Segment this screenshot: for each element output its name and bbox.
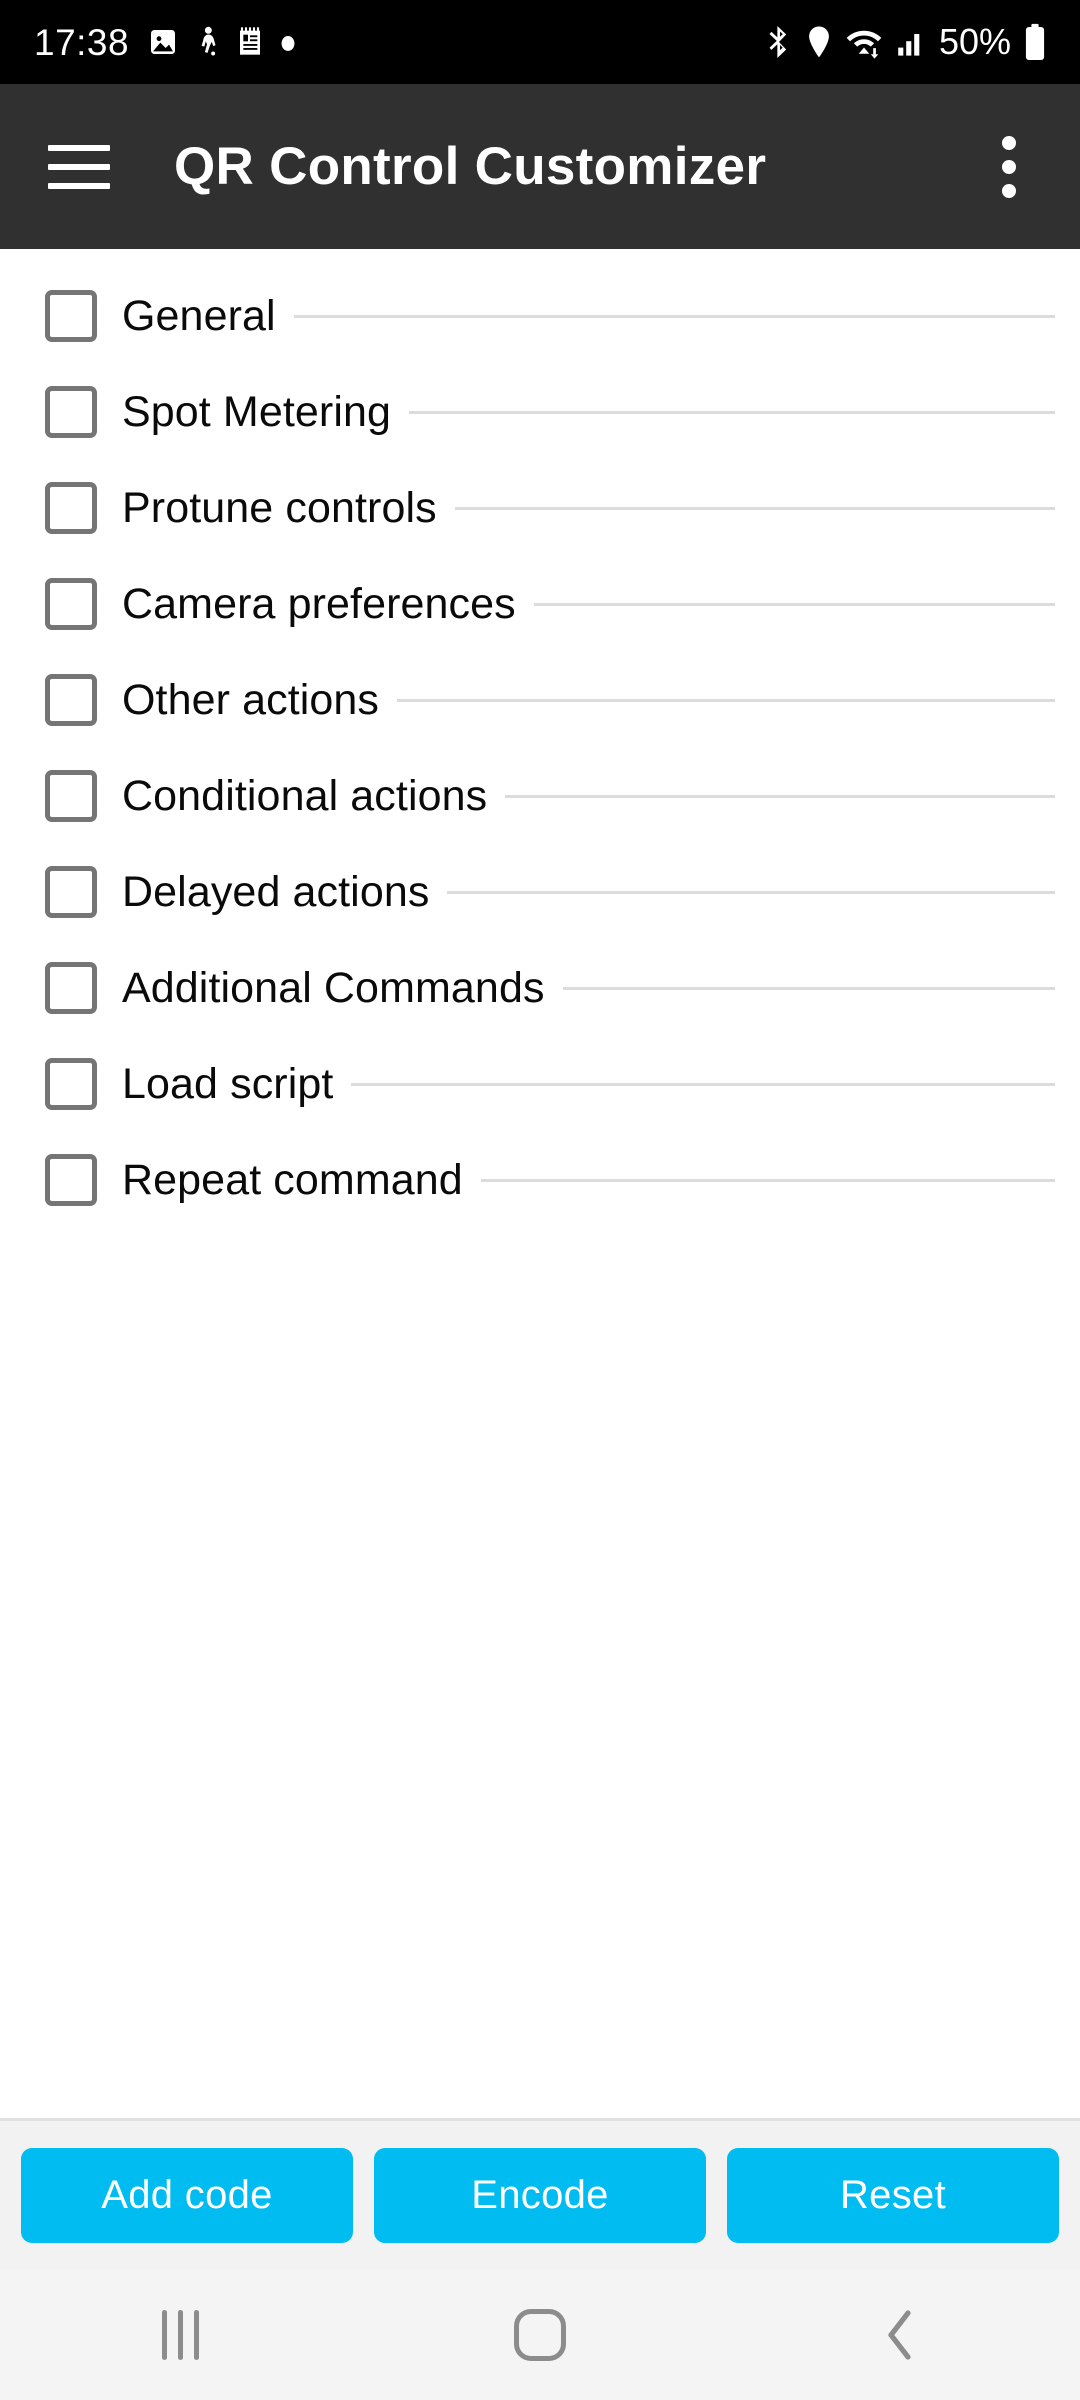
list-item-label: Spot Metering: [122, 387, 392, 436]
list-item[interactable]: Delayed actions: [0, 844, 1080, 940]
checkbox-general[interactable]: [45, 290, 97, 342]
list-item[interactable]: Spot Metering: [0, 364, 1080, 460]
system-navigation-bar: [0, 2270, 1080, 2400]
reset-button[interactable]: Reset: [727, 2148, 1059, 2243]
list-item[interactable]: General: [0, 268, 1080, 364]
list-item[interactable]: Additional Commands: [0, 940, 1080, 1036]
checkbox-repeat-command[interactable]: [45, 1154, 97, 1206]
list-item[interactable]: Load script: [0, 1036, 1080, 1132]
battery-icon: [1024, 23, 1046, 61]
back-icon: [880, 2307, 920, 2363]
home-icon: [514, 2309, 566, 2361]
row-divider: [397, 698, 1055, 702]
list-item-label: General: [122, 291, 276, 340]
nav-back-button[interactable]: [720, 2270, 1080, 2400]
overflow-dot: [1002, 135, 1016, 150]
recents-bar: [193, 2310, 199, 2360]
image-icon: [147, 26, 179, 58]
list-item-label: Additional Commands: [122, 963, 545, 1012]
overflow-dot: [1002, 159, 1016, 174]
status-bar: 17:38 50%: [0, 0, 1080, 84]
nav-recents-button[interactable]: [0, 2270, 360, 2400]
recents-bar: [177, 2310, 183, 2360]
page-title: QR Control Customizer: [174, 137, 767, 196]
hamburger-menu-icon[interactable]: [48, 136, 110, 198]
row-divider: [454, 506, 1055, 510]
encode-button[interactable]: Encode: [374, 2148, 706, 2243]
list-item[interactable]: Protune controls: [0, 460, 1080, 556]
list-item-label: Other actions: [122, 675, 380, 724]
list-item[interactable]: Other actions: [0, 652, 1080, 748]
status-bar-left: 17:38: [34, 24, 297, 61]
list-item-label: Load script: [122, 1059, 334, 1108]
location-pin-icon: [806, 25, 832, 59]
checkbox-other-actions[interactable]: [45, 674, 97, 726]
row-divider: [293, 314, 1055, 318]
app-bar: QR Control Customizer: [0, 84, 1080, 249]
wifi-icon: [845, 25, 883, 59]
row-divider: [480, 1178, 1055, 1182]
row-divider: [409, 410, 1055, 414]
list-item-label: Camera preferences: [122, 579, 516, 628]
checkbox-protune-controls[interactable]: [45, 482, 97, 534]
row-divider: [351, 1082, 1055, 1086]
list-item-label: Repeat command: [122, 1155, 463, 1204]
checkbox-camera-preferences[interactable]: [45, 578, 97, 630]
row-divider: [533, 602, 1055, 606]
battery-percent-label: 50%: [938, 21, 1011, 62]
dot-icon: [279, 30, 297, 54]
list-item-label: Delayed actions: [122, 867, 430, 916]
checkbox-conditional-actions[interactable]: [45, 770, 97, 822]
notepad-icon: [235, 26, 265, 58]
status-bar-right: 50%: [765, 23, 1046, 61]
status-bar-clock: 17:38: [34, 21, 130, 63]
row-divider: [562, 986, 1055, 990]
overflow-menu-icon[interactable]: [974, 125, 1044, 209]
overflow-dot: [1002, 183, 1016, 198]
hamburger-line: [48, 163, 110, 170]
checkbox-load-script[interactable]: [45, 1058, 97, 1110]
row-divider: [447, 890, 1055, 894]
checkbox-spot-metering[interactable]: [45, 386, 97, 438]
bluetooth-icon: [765, 24, 793, 60]
recents-bar: [161, 2310, 167, 2360]
hamburger-line: [48, 182, 110, 189]
list-item-label: Protune controls: [122, 483, 437, 532]
checkbox-delayed-actions[interactable]: [45, 866, 97, 918]
person-walking-icon: [193, 26, 221, 58]
nav-home-button[interactable]: [360, 2270, 720, 2400]
list-item[interactable]: Camera preferences: [0, 556, 1080, 652]
hamburger-line: [48, 144, 110, 151]
recents-icon: [161, 2310, 199, 2360]
bottom-action-bar: Add code Encode Reset: [0, 2118, 1080, 2270]
checkbox-list: General Spot Metering Protune controls C…: [0, 249, 1080, 2118]
list-item-label: Conditional actions: [122, 771, 488, 820]
cellular-signal-icon: [896, 26, 926, 58]
phone-screen: 17:38 50% QR Control Customizer General …: [0, 0, 1080, 2400]
list-item[interactable]: Conditional actions: [0, 748, 1080, 844]
row-divider: [505, 794, 1055, 798]
checkbox-additional-commands[interactable]: [45, 962, 97, 1014]
list-item[interactable]: Repeat command: [0, 1132, 1080, 1228]
add-code-button[interactable]: Add code: [21, 2148, 353, 2243]
